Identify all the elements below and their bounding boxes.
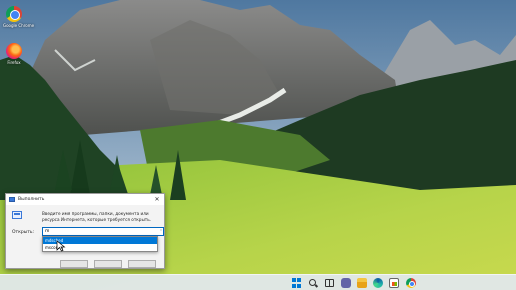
desktop-icon-label: Firefox — [7, 60, 21, 65]
taskbar — [0, 274, 516, 290]
open-input-value: m — [45, 229, 50, 234]
task-view-icon[interactable] — [325, 279, 334, 287]
search-icon[interactable] — [309, 279, 316, 286]
desktop-icon-firefox[interactable]: Firefox — [3, 43, 25, 65]
run-dialog-body: Введите имя программы, папки, документа … — [6, 205, 164, 270]
run-dialog-titlebar[interactable]: Выполнить ✕ — [6, 194, 164, 205]
close-button[interactable]: ✕ — [150, 194, 164, 205]
run-icon — [9, 197, 15, 202]
firefox-icon — [6, 43, 22, 59]
chrome-icon — [6, 6, 22, 22]
file-explorer-icon[interactable] — [357, 278, 367, 288]
desktop-icon-label: Google Chrome — [3, 23, 35, 28]
run-program-icon — [12, 211, 22, 219]
chrome-icon[interactable] — [406, 278, 416, 288]
start-icon[interactable] — [292, 278, 302, 288]
chevron-down-icon[interactable]: ˅ — [160, 229, 162, 234]
desktop-icon-chrome[interactable]: Google Chrome — [3, 6, 35, 28]
ok-button[interactable] — [60, 260, 88, 268]
mouse-cursor-icon — [56, 240, 66, 252]
run-description: Введите имя программы, папки, документа … — [42, 211, 151, 222]
chat-icon[interactable] — [341, 278, 351, 288]
edge-icon[interactable] — [373, 278, 383, 288]
browse-button[interactable] — [128, 260, 156, 268]
open-label: Открыть: — [12, 230, 35, 235]
cancel-button[interactable] — [94, 260, 122, 268]
open-input[interactable]: m ˅ — [42, 227, 164, 236]
run-dialog-title: Выполнить — [18, 197, 45, 202]
run-dialog: Выполнить ✕ Введите имя программы, папки… — [5, 193, 165, 269]
store-icon[interactable] — [389, 278, 399, 288]
